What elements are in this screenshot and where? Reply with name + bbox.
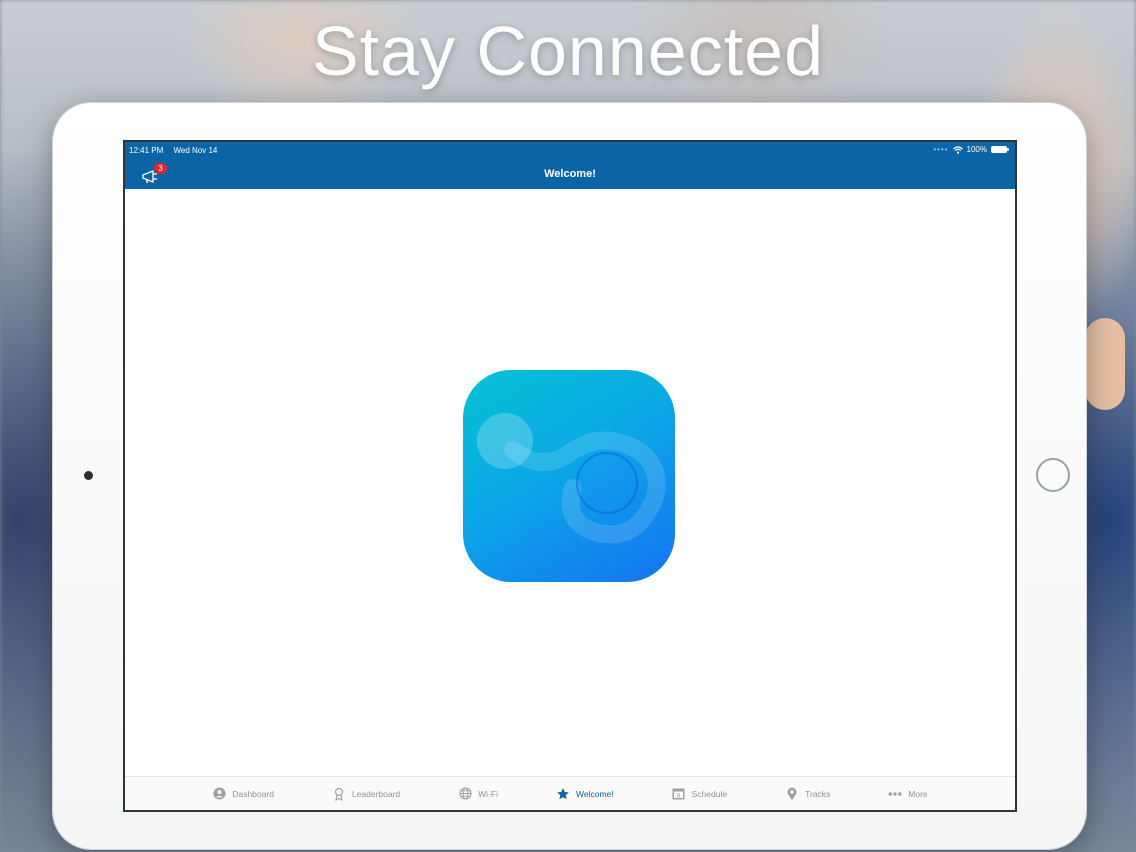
tab-leaderboard[interactable]: Leaderboard — [303, 787, 429, 801]
tab-bar: Dashboard Leaderboard Wi-Fi Welcome! 8 S… — [125, 776, 1015, 810]
tab-label: Schedule — [691, 788, 728, 799]
navigation-bar: 3 Welcome! — [125, 160, 1015, 189]
tab-label: More — [908, 788, 928, 799]
battery-icon — [991, 146, 1009, 153]
globe-icon — [458, 787, 472, 801]
tab-label: Dashboard — [232, 788, 274, 799]
home-button[interactable] — [1036, 458, 1070, 492]
front-camera — [84, 471, 93, 480]
status-bar: 12:41 PM Wed Nov 14 •••• 100% — [125, 142, 1015, 160]
tab-tracks[interactable]: Tracks — [756, 787, 859, 801]
map-pin-icon — [785, 787, 799, 801]
tab-more[interactable]: More — [859, 787, 956, 801]
signal-dots-icon: •••• — [933, 145, 949, 154]
tab-label: Wi-Fi — [478, 788, 498, 799]
wifi-icon — [952, 145, 963, 154]
tab-welcome[interactable]: Welcome! — [527, 787, 643, 801]
star-icon — [556, 787, 570, 801]
battery-percent: 100% — [966, 145, 987, 154]
tab-schedule[interactable]: 8 Schedule — [643, 787, 756, 801]
hand-thumb — [1085, 318, 1125, 410]
status-time: 12:41 PM — [129, 146, 164, 155]
tab-label: Tracks — [805, 788, 831, 799]
tab-dashboard[interactable]: Dashboard — [183, 787, 303, 801]
page-title: Welcome! — [544, 168, 596, 180]
award-ribbon-icon — [332, 787, 346, 801]
more-dots-icon — [888, 787, 902, 801]
tab-label: Leaderboard — [351, 788, 401, 799]
calendar-icon: 8 — [672, 787, 686, 801]
app-logo-icon — [463, 370, 675, 582]
dashboard-icon — [212, 787, 226, 801]
status-date: Wed Nov 14 — [173, 146, 218, 155]
tab-label: Welcome! — [575, 788, 614, 799]
promo-headline: Stay Connected — [311, 12, 825, 90]
tab-wifi[interactable]: Wi-Fi — [429, 787, 527, 801]
app-screen: 12:41 PM Wed Nov 14 •••• 100% 3 Welcome!… — [123, 140, 1017, 812]
